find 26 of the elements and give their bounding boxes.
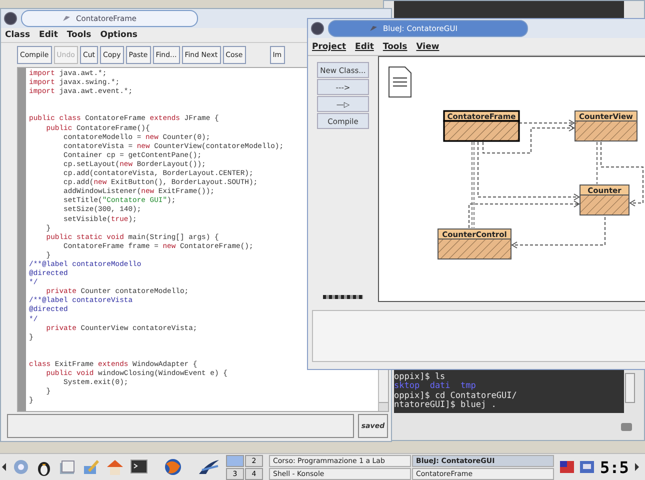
menu-item[interactable]: Options: [100, 30, 138, 40]
menu-item[interactable]: Class: [5, 30, 30, 40]
menu-item[interactable]: Tools: [382, 42, 408, 52]
terminal-line: sktop dati tmp: [394, 382, 477, 392]
window-menu-icon[interactable]: [311, 22, 324, 35]
machine-indicator: [323, 295, 363, 299]
terminal-line: oppix]$ cd ContatoreGUI/: [394, 392, 518, 401]
terminal-line: ntatoreGUI]$ bluej .: [394, 400, 498, 410]
home-icon[interactable]: [106, 458, 124, 476]
window-menu-icon[interactable]: [4, 12, 17, 25]
menu-item[interactable]: Edit: [355, 42, 374, 52]
dependency-line: [596, 142, 598, 184]
network-icon[interactable]: [580, 461, 594, 473]
globe-icon[interactable]: [164, 458, 182, 476]
terminal-line: oppix]$ ls: [394, 373, 446, 382]
menu-item[interactable]: Edit: [39, 30, 58, 40]
scrollbar[interactable]: [625, 373, 635, 403]
menu-item[interactable]: Project: [312, 42, 346, 52]
menu-item[interactable]: View: [416, 42, 440, 52]
clock: 5:5: [600, 458, 629, 476]
note-icon[interactable]: [388, 66, 412, 98]
seagull-icon[interactable]: [198, 458, 220, 476]
right-arrow-icon[interactable]: [634, 463, 639, 471]
menu-item[interactable]: Tools: [66, 30, 92, 40]
folder-icon[interactable]: [58, 458, 76, 476]
left-arrow-icon[interactable]: [2, 463, 6, 471]
